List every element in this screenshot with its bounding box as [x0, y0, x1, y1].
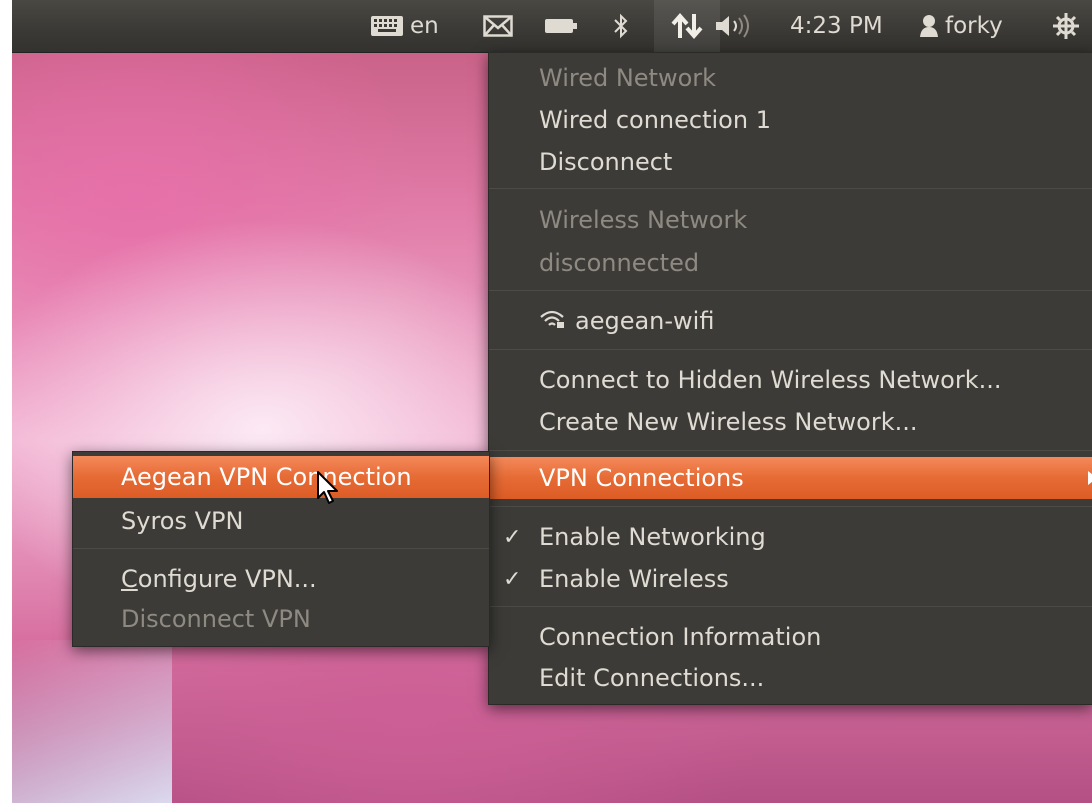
user-name-label: forky [945, 13, 1003, 39]
sound-indicator[interactable] [714, 0, 758, 52]
keyboard-icon [370, 15, 404, 37]
user-menu[interactable]: forky [919, 0, 1003, 52]
checkmark-icon: ✓ [503, 566, 522, 592]
network-menu: Wired Network Wired connection 1 Disconn… [488, 52, 1092, 705]
battery-indicator[interactable] [544, 0, 578, 52]
connect-hidden-network-item[interactable]: Connect to Hidden Wireless Network... [489, 359, 1092, 401]
network-indicator[interactable] [654, 0, 720, 52]
enable-networking-label: Enable Networking [539, 523, 766, 551]
menu-separator [73, 548, 489, 549]
volume-icon [714, 13, 758, 39]
wireless-status-label: disconnected [539, 249, 700, 277]
enable-wireless-item[interactable]: ✓ Enable Wireless [489, 558, 1092, 600]
power-icon [1052, 12, 1080, 40]
configure-vpn-mnemonic: C [121, 565, 138, 593]
bluetooth-indicator[interactable] [613, 0, 629, 52]
clock-label: 4:23 PM [790, 13, 883, 39]
wifi-signal-icon [539, 307, 565, 335]
wired-network-header: Wired Network [539, 64, 717, 92]
wireless-network-header: Wireless Network [539, 206, 748, 234]
wired-connection-item[interactable]: Wired connection 1 [489, 99, 1092, 141]
syros-vpn-item[interactable]: Syros VPN [73, 500, 489, 542]
mouse-pointer-icon [316, 470, 340, 510]
battery-icon [544, 17, 578, 35]
mail-icon [483, 15, 513, 37]
wifi-network-item[interactable]: aegean-wifi [489, 300, 1092, 342]
submenu-arrow-icon [1088, 471, 1092, 485]
messaging-indicator[interactable] [483, 0, 513, 52]
menu-separator [489, 506, 1092, 507]
menu-separator [489, 606, 1092, 607]
session-menu[interactable] [1052, 0, 1080, 52]
vpn-connections-label: VPN Connections [539, 464, 744, 492]
bluetooth-icon [613, 13, 629, 39]
menu-separator [489, 349, 1092, 350]
top-panel: en 4:23 PM forky [12, 0, 1092, 53]
clock[interactable]: 4:23 PM [790, 0, 883, 52]
keyboard-indicator[interactable]: en [370, 0, 439, 52]
disconnect-item[interactable]: Disconnect [489, 141, 1092, 183]
connection-information-item[interactable]: Connection Information [489, 616, 1092, 658]
edit-connections-item[interactable]: Edit Connections... [489, 657, 1092, 699]
vpn-connections-item[interactable]: VPN Connections [489, 457, 1092, 499]
menu-separator [489, 290, 1092, 291]
configure-vpn-item[interactable]: Configure VPN... [73, 558, 489, 600]
create-new-network-item[interactable]: Create New Wireless Network... [489, 401, 1092, 443]
wifi-network-label: aegean-wifi [575, 307, 715, 335]
vpn-submenu: Aegean VPN Connection Syros VPN Configur… [72, 451, 490, 647]
wallpaper-fade [12, 640, 172, 803]
menu-separator [489, 188, 1092, 189]
keyboard-layout-label: en [410, 13, 439, 39]
configure-vpn-label: onfigure VPN... [137, 565, 317, 593]
menu-separator [489, 450, 1092, 451]
enable-wireless-label: Enable Wireless [539, 565, 729, 593]
disconnect-vpn-item: Disconnect VPN [121, 605, 311, 633]
enable-networking-item[interactable]: ✓ Enable Networking [489, 516, 1092, 558]
aegean-vpn-item[interactable]: Aegean VPN Connection [73, 456, 489, 498]
checkmark-icon: ✓ [503, 524, 522, 550]
user-icon [919, 14, 939, 38]
network-icon [670, 12, 704, 40]
